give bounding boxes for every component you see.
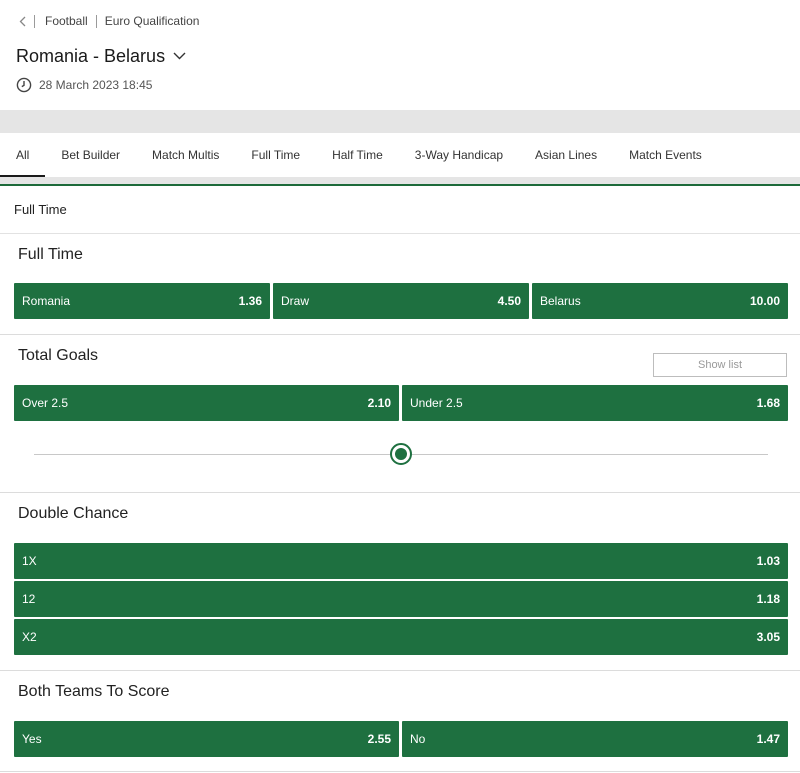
breadcrumb-item-football[interactable]: Football [45,14,88,28]
odds-button-12[interactable]: 12 1.18 [14,581,788,617]
tab-match-multis[interactable]: Match Multis [136,133,235,177]
selection-label: 12 [22,592,36,606]
selection-label: Over 2.5 [22,396,69,410]
odds-button-draw[interactable]: Draw 4.50 [273,283,529,319]
selection-odds: 10.00 [749,294,780,308]
selection-odds: 1.36 [238,294,262,308]
selection-label: Belarus [540,294,581,308]
breadcrumb-item-competition[interactable]: Euro Qualification [105,14,200,28]
event-selector[interactable]: Romania - Belarus [16,44,187,68]
market-title: Full Time [18,246,83,263]
odds-button-over[interactable]: Over 2.5 2.10 [14,385,399,421]
tab-full-time[interactable]: Full Time [235,133,316,177]
selection-odds: 1.18 [756,592,780,606]
odds-button-yes[interactable]: Yes 2.55 [14,721,399,757]
selection-label: No [410,732,426,746]
market-total-goals: Total Goals Show list Over 2.5 2.10 Unde… [0,335,800,493]
tab-half-time[interactable]: Half Time [316,133,399,177]
odds-button-1x[interactable]: 1X 1.03 [14,543,788,579]
market-tabs: All Bet Builder Match Multis Full Time H… [0,133,800,177]
header-divider [0,110,800,133]
selection-odds: 2.10 [367,396,391,410]
breadcrumb-separator [34,14,35,28]
tab-3-way-handicap[interactable]: 3-Way Handicap [399,133,519,177]
chevron-left-icon[interactable] [16,13,28,29]
market-both-teams-to-score: Both Teams To Score Yes 2.55 No 1.47 [0,671,800,772]
market-title: Both Teams To Score [18,683,170,700]
market-title: Double Chance [18,505,129,522]
tab-bet-builder[interactable]: Bet Builder [45,133,136,177]
selection-odds: 1.68 [756,396,780,410]
odds-button-romania[interactable]: Romania 1.36 [14,283,270,319]
selection-label: Draw [281,294,310,308]
selection-label: Under 2.5 [410,396,463,410]
odds-button-under[interactable]: Under 2.5 1.68 [402,385,788,421]
tab-asian-lines[interactable]: Asian Lines [519,133,613,177]
goal-line-slider-handle[interactable] [390,443,412,465]
selection-label: X2 [22,630,37,644]
odds-button-belarus[interactable]: Belarus 10.00 [532,283,788,319]
event-title: Romania - Belarus [16,45,166,66]
slider-handle-dot [395,448,407,460]
selection-odds: 3.05 [756,630,780,644]
market-title: Total Goals [18,347,99,364]
selection-odds: 4.50 [497,294,521,308]
selection-odds: 1.47 [756,732,780,746]
event-datetime: 28 March 2023 18:45 [39,78,153,92]
tab-all[interactable]: All [0,133,46,177]
market-double-chance: Double Chance 1X 1.03 12 1.18 X2 3.05 [0,493,800,671]
market-full-time: Full Time Romania 1.36 Draw 4.50 Belarus… [0,235,800,335]
show-list-button[interactable]: Show list [653,353,787,377]
breadcrumb-separator [95,14,97,28]
selection-label: Yes [22,732,42,746]
breadcrumb: Football Euro Qualification [16,13,199,29]
selection-label: 1X [22,554,37,568]
selection-odds: 2.55 [367,732,391,746]
tab-match-events[interactable]: Match Events [613,133,718,177]
odds-button-no[interactable]: No 1.47 [402,721,788,757]
selection-label: Romania [22,294,71,308]
clock-icon [16,77,32,93]
event-date: 28 March 2023 18:45 [16,77,152,93]
selection-odds: 1.03 [756,554,780,568]
chevron-down-icon [173,49,187,63]
odds-button-x2[interactable]: X2 3.05 [14,619,788,655]
section-header: Full Time [0,186,800,234]
